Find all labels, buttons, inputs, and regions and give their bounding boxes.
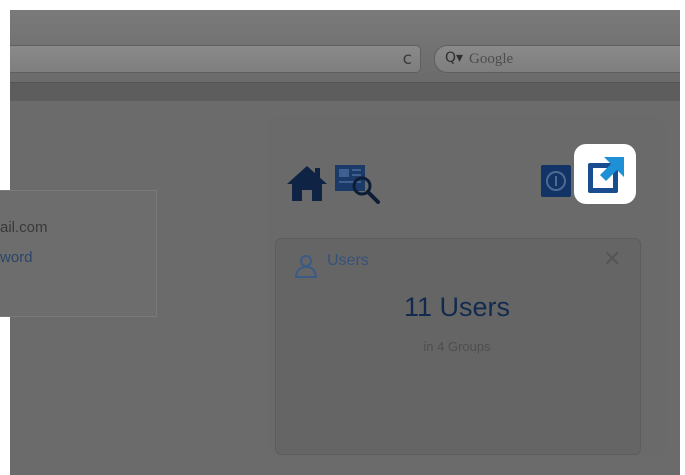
search-icon[interactable]: Q▾: [445, 50, 463, 66]
close-icon[interactable]: ✕: [603, 249, 621, 271]
password-link[interactable]: word: [0, 249, 33, 266]
widget-title[interactable]: Users: [327, 252, 369, 270]
users-count-label: Users: [439, 292, 511, 322]
search-placeholder: Google: [469, 51, 514, 67]
bookmarks-bar: [10, 82, 680, 102]
search-users-icon[interactable]: [332, 162, 384, 208]
users-count-number: 11: [403, 292, 432, 322]
browser-search-field[interactable]: Q▾ Google: [434, 45, 680, 73]
person-icon: [294, 255, 318, 278]
export-icon[interactable]: [586, 155, 626, 195]
email-text: ail.com: [0, 219, 48, 236]
browser-toolbar: c Q▾ Google: [10, 10, 680, 82]
address-bar[interactable]: c: [10, 45, 421, 73]
login-card: ail.com word: [0, 190, 157, 317]
users-count: 11 Users: [275, 292, 639, 323]
home-icon[interactable]: [285, 163, 329, 203]
info-icon[interactable]: [539, 161, 575, 201]
groups-subtitle: in 4 Groups: [423, 339, 491, 354]
reload-icon[interactable]: c: [403, 49, 412, 69]
